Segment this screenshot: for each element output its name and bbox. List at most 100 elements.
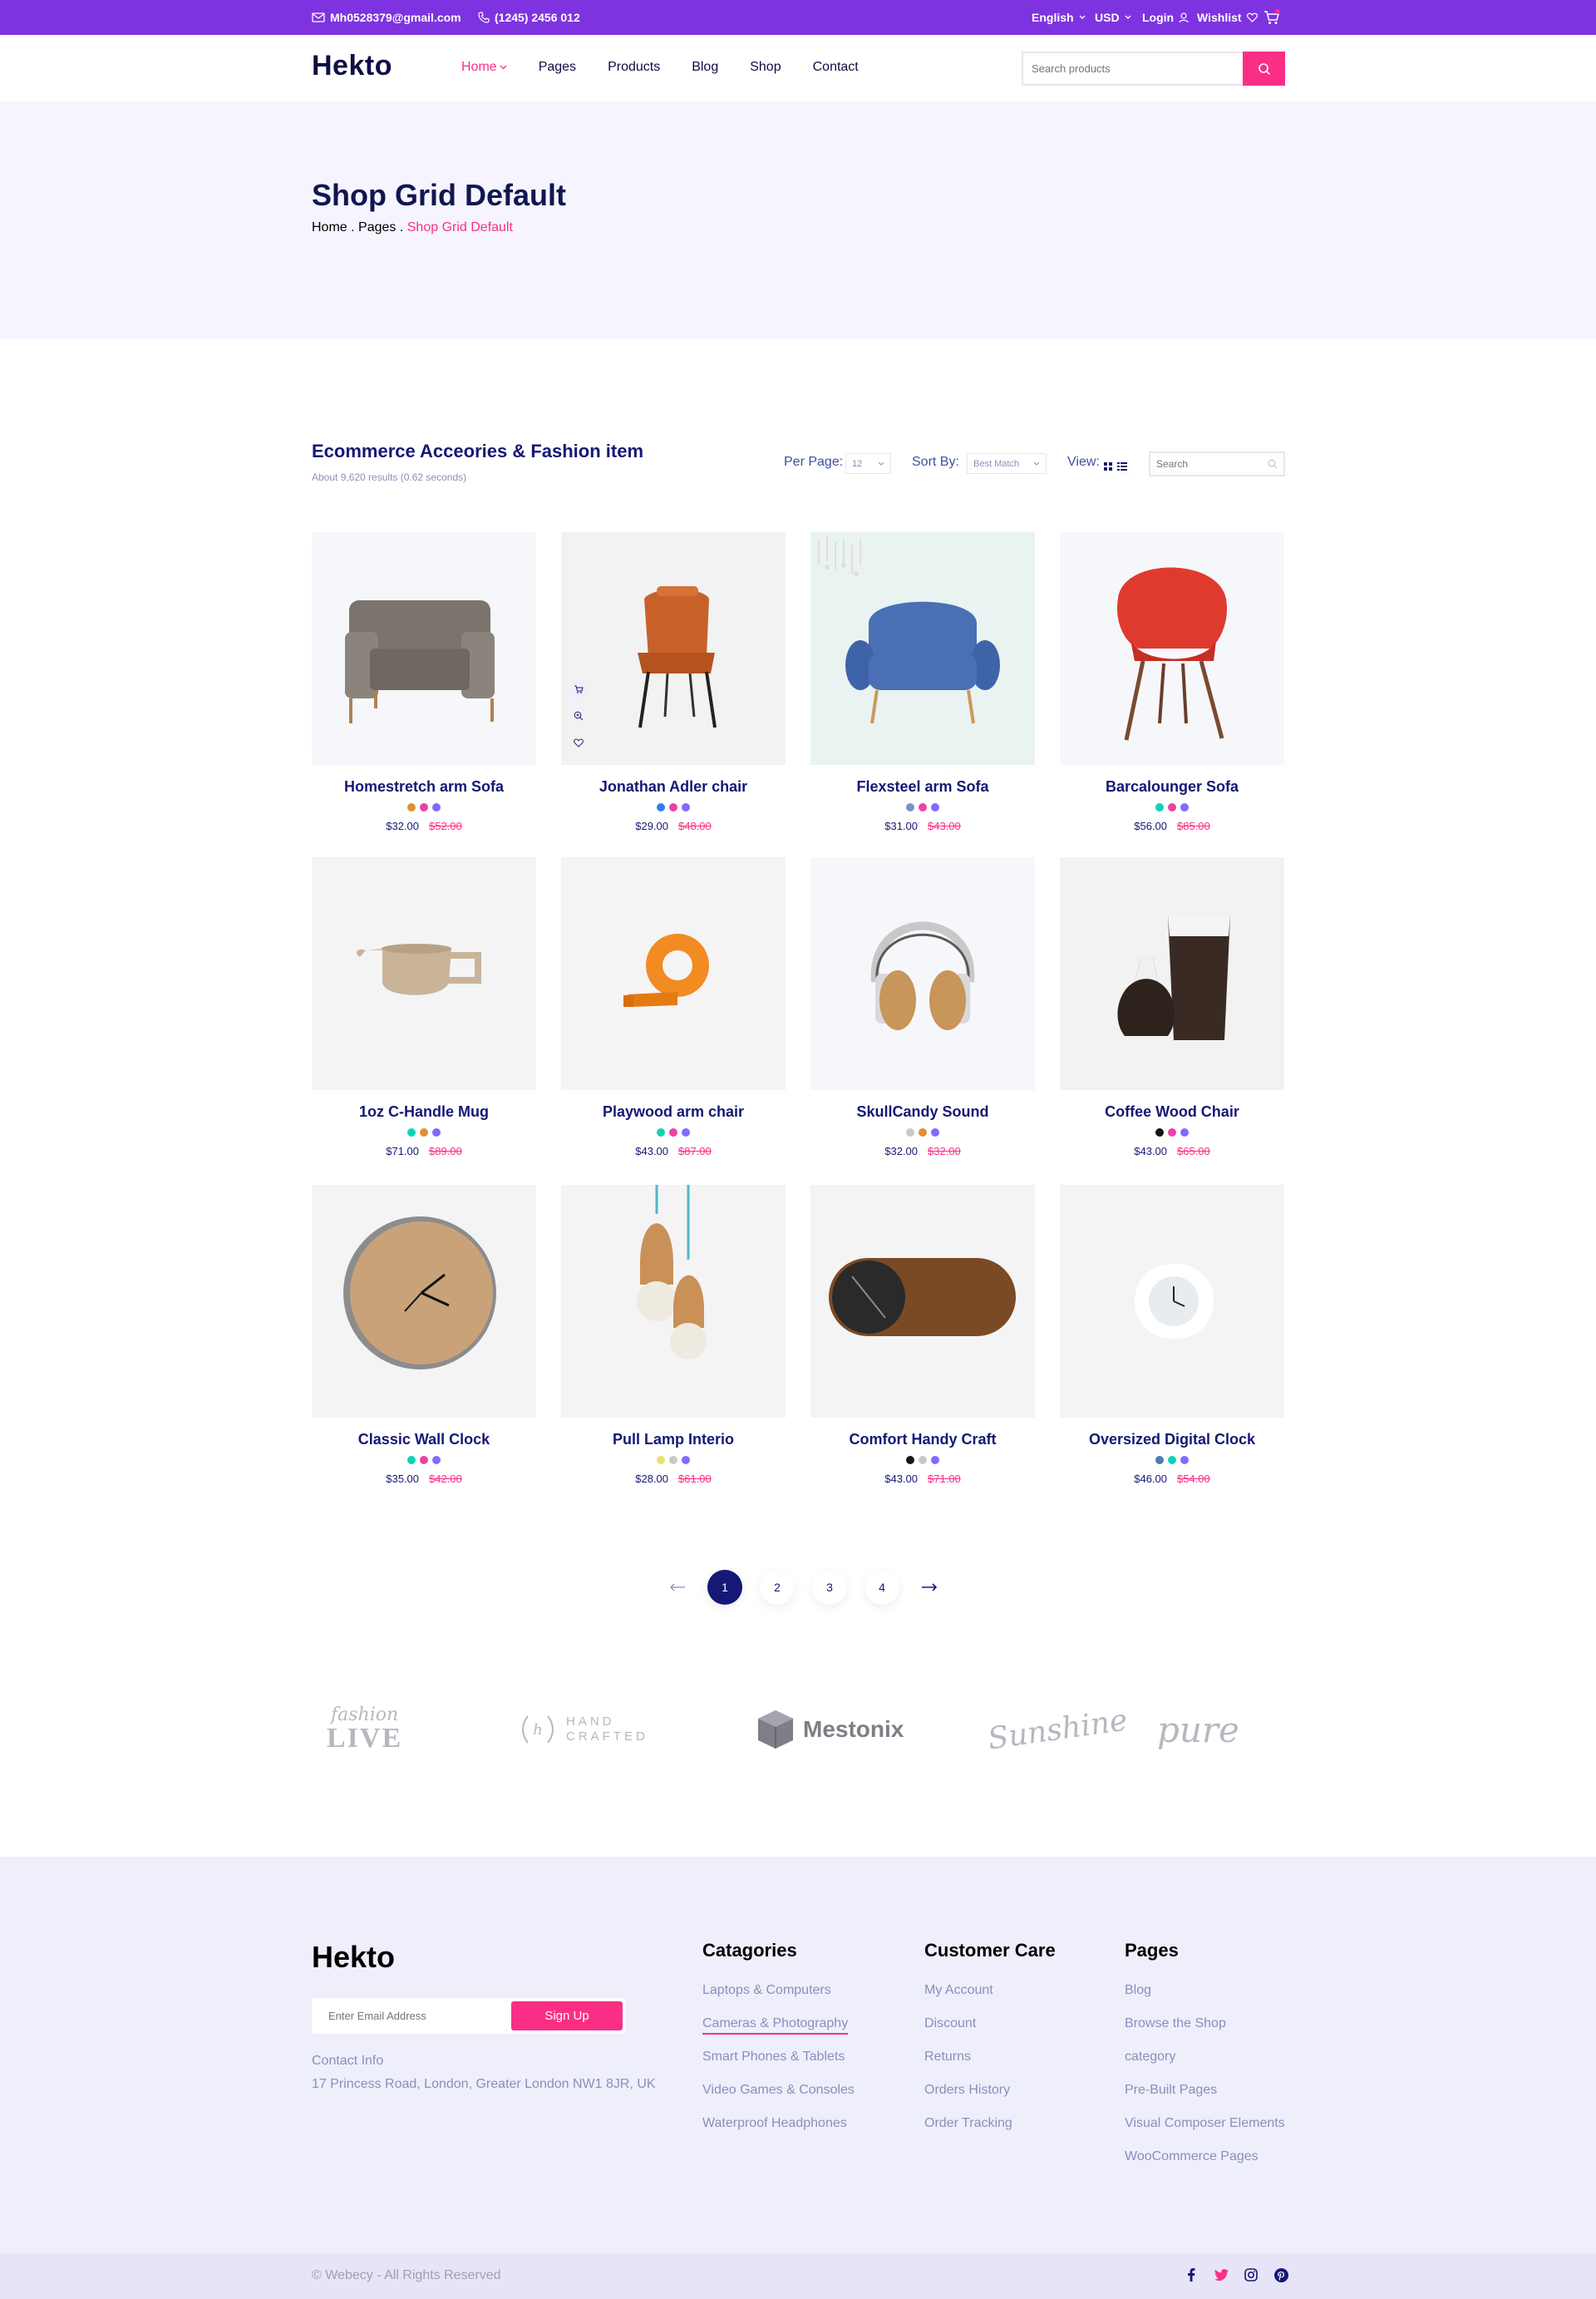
page-button-1[interactable]: 1 [707, 1570, 742, 1605]
page-button-4[interactable]: 4 [864, 1570, 899, 1605]
color-swatch[interactable] [931, 803, 939, 812]
color-swatch[interactable] [906, 1456, 914, 1464]
product-name[interactable]: Coffee Wood Chair [1060, 1103, 1284, 1121]
brand-logo-pure[interactable]: pure [1157, 1696, 1239, 1763]
color-swatch[interactable] [657, 1128, 665, 1137]
product-image[interactable] [312, 532, 536, 765]
nav-products[interactable]: Products [608, 60, 660, 75]
product-name[interactable]: Classic Wall Clock [312, 1431, 536, 1448]
page-button-2[interactable]: 2 [760, 1570, 795, 1605]
instagram-link[interactable] [1242, 2266, 1260, 2284]
color-swatch[interactable] [407, 1456, 416, 1464]
color-swatch[interactable] [420, 803, 428, 812]
product-name[interactable]: 1oz C-Handle Mug [312, 1103, 536, 1121]
nav-shop[interactable]: Shop [750, 60, 781, 75]
page-button-3[interactable]: 3 [812, 1570, 847, 1605]
language-select[interactable]: English [1032, 11, 1086, 24]
footer-link[interactable]: Discount [924, 2016, 1056, 2050]
footer-link[interactable]: category [1125, 2050, 1285, 2083]
color-swatch[interactable] [432, 803, 441, 812]
footer-link[interactable]: Waterproof Headphones [702, 2116, 855, 2149]
product-card[interactable]: Pull Lamp Interio $28.00 $61.00 [561, 1185, 786, 1485]
nav-home[interactable]: Home [461, 60, 507, 75]
color-swatch[interactable] [407, 803, 416, 812]
color-swatch[interactable] [931, 1456, 939, 1464]
color-swatch[interactable] [1155, 1456, 1164, 1464]
nav-contact[interactable]: Contact [813, 60, 859, 75]
nav-blog[interactable]: Blog [692, 60, 718, 75]
footer-link[interactable]: Cameras & Photography [702, 2016, 855, 2050]
topbar-phone[interactable]: (1245) 2456 012 [478, 11, 580, 24]
sort-select[interactable]: Best Match [967, 453, 1047, 474]
toolbar-search-input[interactable] [1156, 458, 1256, 470]
login-link[interactable]: Login [1142, 11, 1189, 24]
color-swatch[interactable] [919, 1456, 927, 1464]
product-image[interactable] [810, 857, 1035, 1090]
brand-logo-fashion-live[interactable]: fashion LIVE [327, 1696, 402, 1763]
product-name[interactable]: Barcalounger Sofa [1060, 778, 1284, 796]
footer-logo[interactable]: Hekto [312, 1940, 395, 1975]
color-swatch[interactable] [906, 1128, 914, 1137]
product-image[interactable] [810, 532, 1035, 765]
product-name[interactable]: Flexsteel arm Sofa [810, 778, 1035, 796]
breadcrumb-pages[interactable]: Pages [358, 220, 396, 234]
product-image[interactable] [1060, 1185, 1284, 1418]
product-name[interactable]: Homestretch arm Sofa [312, 778, 536, 796]
color-swatch[interactable] [1180, 1128, 1189, 1137]
footer-link[interactable]: Laptops & Computers [702, 1983, 855, 2016]
color-swatch[interactable] [682, 803, 690, 812]
brand-logo-sunshine[interactable]: Sunshine [986, 1696, 1130, 1763]
product-card[interactable]: SkullCandy Sound $32.00 $32.00 [810, 857, 1035, 1157]
grid-view-toggle[interactable] [1104, 460, 1112, 475]
product-card[interactable]: Coffee Wood Chair $43.00 $65.00 [1060, 857, 1284, 1157]
color-swatch[interactable] [669, 1128, 677, 1137]
footer-link[interactable]: Order Tracking [924, 2116, 1056, 2149]
nav-pages[interactable]: Pages [539, 60, 576, 75]
newsletter-email-input[interactable] [312, 1998, 511, 2034]
product-name[interactable]: Oversized Digital Clock [1060, 1431, 1284, 1448]
product-image[interactable] [1060, 857, 1284, 1090]
color-swatch[interactable] [432, 1456, 441, 1464]
product-name[interactable]: Pull Lamp Interio [561, 1431, 786, 1448]
color-swatch[interactable] [919, 1128, 927, 1137]
footer-link[interactable]: Smart Phones & Tablets [702, 2050, 855, 2083]
color-swatch[interactable] [1180, 1456, 1189, 1464]
product-card[interactable]: Flexsteel arm Sofa $31.00 $43.00 [810, 532, 1035, 832]
product-card[interactable]: Barcalounger Sofa $56.00 $85.00 [1060, 532, 1284, 832]
footer-link[interactable]: Visual Composer Elements [1125, 2116, 1285, 2149]
product-card[interactable]: Oversized Digital Clock $46.00 $54.00 [1060, 1185, 1284, 1485]
search-button[interactable] [1243, 52, 1285, 86]
logo[interactable]: Hekto [312, 50, 392, 82]
twitter-link[interactable] [1212, 2266, 1230, 2284]
add-to-wishlist-button[interactable] [569, 733, 588, 752]
color-swatch[interactable] [682, 1456, 690, 1464]
product-image[interactable] [810, 1185, 1035, 1418]
product-name[interactable]: Playwood arm chair [561, 1103, 786, 1121]
breadcrumb-home[interactable]: Home [312, 220, 347, 234]
list-view-toggle[interactable] [1117, 460, 1127, 475]
footer-link[interactable]: Returns [924, 2050, 1056, 2083]
color-swatch[interactable] [1168, 1128, 1176, 1137]
pinterest-link[interactable] [1272, 2266, 1290, 2284]
color-swatch[interactable] [1155, 1128, 1164, 1137]
color-swatch[interactable] [432, 1128, 441, 1137]
color-swatch[interactable] [919, 803, 927, 812]
product-image[interactable] [312, 1185, 536, 1418]
product-image[interactable] [312, 857, 536, 1090]
product-image[interactable] [1060, 532, 1284, 765]
quick-view-button[interactable] [569, 707, 588, 725]
color-swatch[interactable] [669, 803, 677, 812]
product-card[interactable]: Homestretch arm Sofa $32.00 $52.00 [312, 532, 536, 832]
footer-link[interactable]: Blog [1125, 1983, 1285, 2016]
next-page-button[interactable] [917, 1579, 942, 1596]
color-swatch[interactable] [1180, 803, 1189, 812]
color-swatch[interactable] [906, 803, 914, 812]
product-card[interactable]: 1oz C-Handle Mug $71.00 $89.00 [312, 857, 536, 1157]
product-image[interactable] [561, 1185, 786, 1418]
facebook-link[interactable] [1182, 2266, 1200, 2284]
wishlist-link[interactable]: Wishlist [1197, 11, 1258, 24]
color-swatch[interactable] [657, 1456, 665, 1464]
search-icon[interactable] [1268, 459, 1278, 469]
per-page-select[interactable]: 12 [845, 453, 891, 474]
add-to-cart-button[interactable] [569, 680, 588, 698]
